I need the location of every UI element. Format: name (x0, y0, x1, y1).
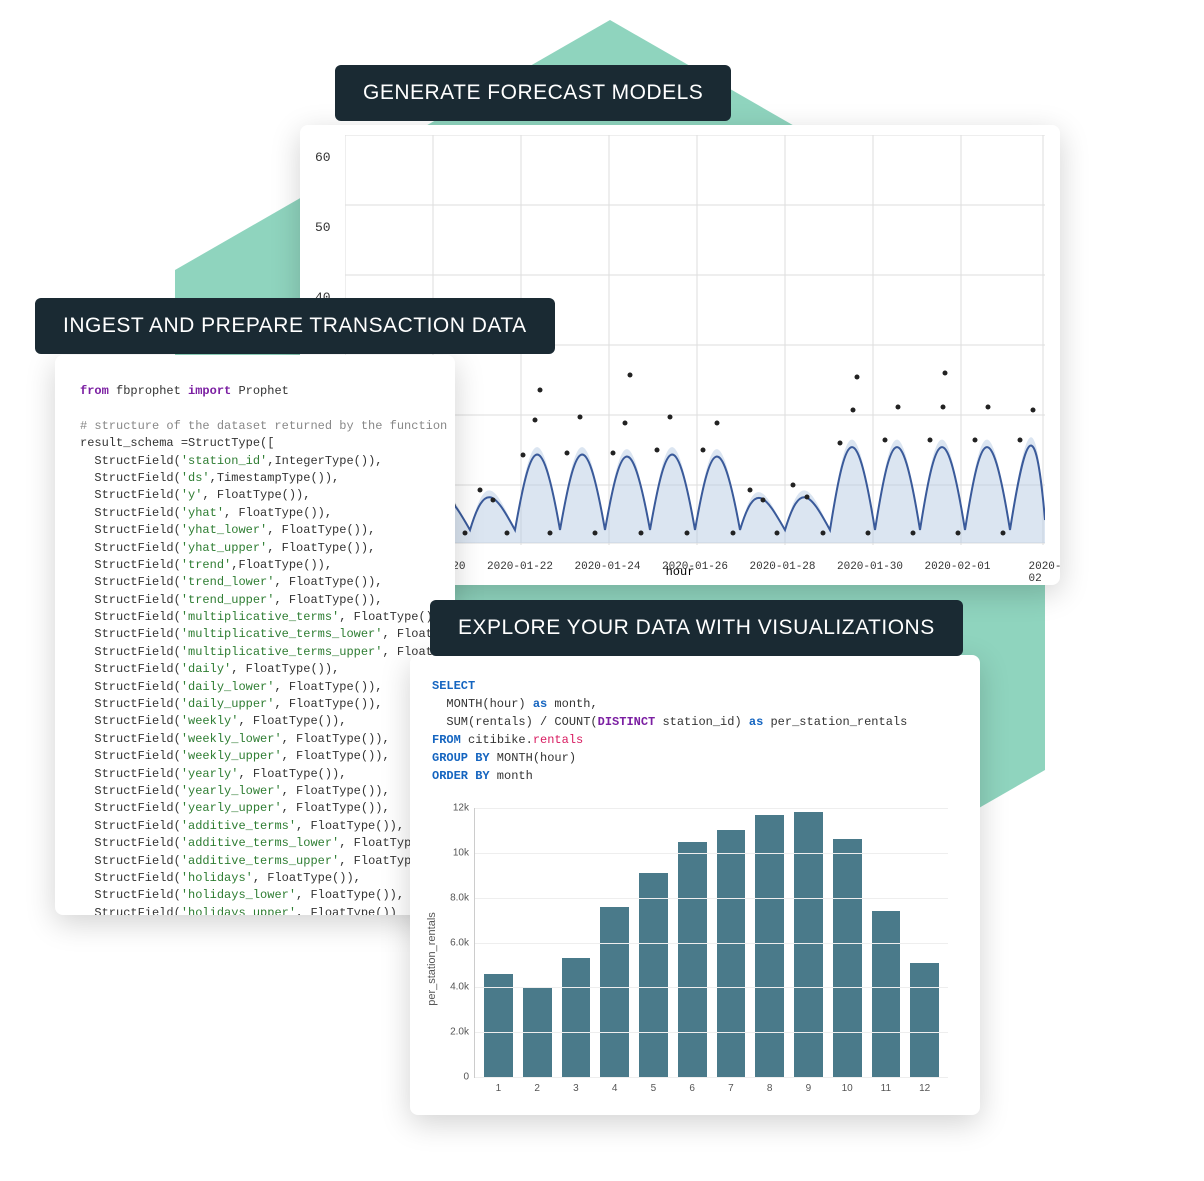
ytick: 4.0k (437, 982, 469, 993)
gridline (475, 853, 948, 854)
bar-chart: per_station_rentals 123456789101112 02.0… (432, 803, 958, 1103)
xtick: 2020-01-28 (749, 561, 815, 573)
xtick: 2020-01-24 (574, 561, 640, 573)
ytick: 2.0k (437, 1027, 469, 1038)
bar: 10 (833, 839, 862, 1077)
bar: 4 (600, 907, 629, 1077)
xtick: 2020-02-01 (924, 561, 990, 573)
gridline (475, 1032, 948, 1033)
label-ingest: INGEST AND PREPARE TRANSACTION DATA (35, 298, 555, 354)
label-explore: EXPLORE YOUR DATA WITH VISUALIZATIONS (430, 600, 963, 656)
xtick: 10 (842, 1083, 853, 1094)
bar: 12 (910, 963, 939, 1077)
bar-plot: 123456789101112 02.0k4.0k6.0k8.0k10k12k (474, 808, 948, 1078)
ytick: 6.0k (437, 937, 469, 948)
xtick: 3 (573, 1083, 579, 1094)
xtick: 8 (767, 1083, 773, 1094)
xtick: 9 (806, 1083, 812, 1094)
ytick: 8.0k (437, 892, 469, 903)
xtick: 2020-02 (1028, 561, 1061, 585)
code-card: from fbprophet import Prophet # structur… (55, 355, 455, 915)
xtick: 2 (534, 1083, 540, 1094)
xtick: 12 (919, 1083, 930, 1094)
xtick: 2020-01-30 (837, 561, 903, 573)
ytick: 0 (437, 1072, 469, 1083)
xtick: 7 (728, 1083, 734, 1094)
xtick: 1 (496, 1083, 502, 1094)
bar: 6 (678, 842, 707, 1077)
bar: 3 (562, 958, 591, 1077)
xtick: 6 (689, 1083, 695, 1094)
forecast-xlabel: hour (666, 565, 695, 579)
python-code-block: from fbprophet import Prophet # structur… (80, 383, 430, 915)
ytick: 50 (315, 220, 331, 235)
gridline (475, 943, 948, 944)
gridline (475, 898, 948, 899)
label-forecast: GENERATE FORECAST MODELS (335, 65, 731, 121)
bar: 8 (755, 815, 784, 1077)
ytick: 60 (315, 150, 331, 165)
gridline (475, 808, 948, 809)
bar: 7 (717, 830, 746, 1077)
gridline (475, 1077, 948, 1078)
xtick: 2020-01-22 (487, 561, 553, 573)
bar: 5 (639, 873, 668, 1077)
gridline (475, 987, 948, 988)
xtick: 4 (612, 1083, 618, 1094)
xtick: 11 (881, 1083, 891, 1094)
sql-code-block: SELECT MONTH(hour) as month, SUM(rentals… (432, 677, 958, 785)
bar: 11 (872, 911, 901, 1077)
bar: 1 (484, 974, 513, 1077)
sql-chart-card: SELECT MONTH(hour) as month, SUM(rentals… (410, 655, 980, 1115)
ytick: 10k (437, 847, 469, 858)
ytick: 12k (437, 803, 469, 814)
xtick: 5 (651, 1083, 657, 1094)
